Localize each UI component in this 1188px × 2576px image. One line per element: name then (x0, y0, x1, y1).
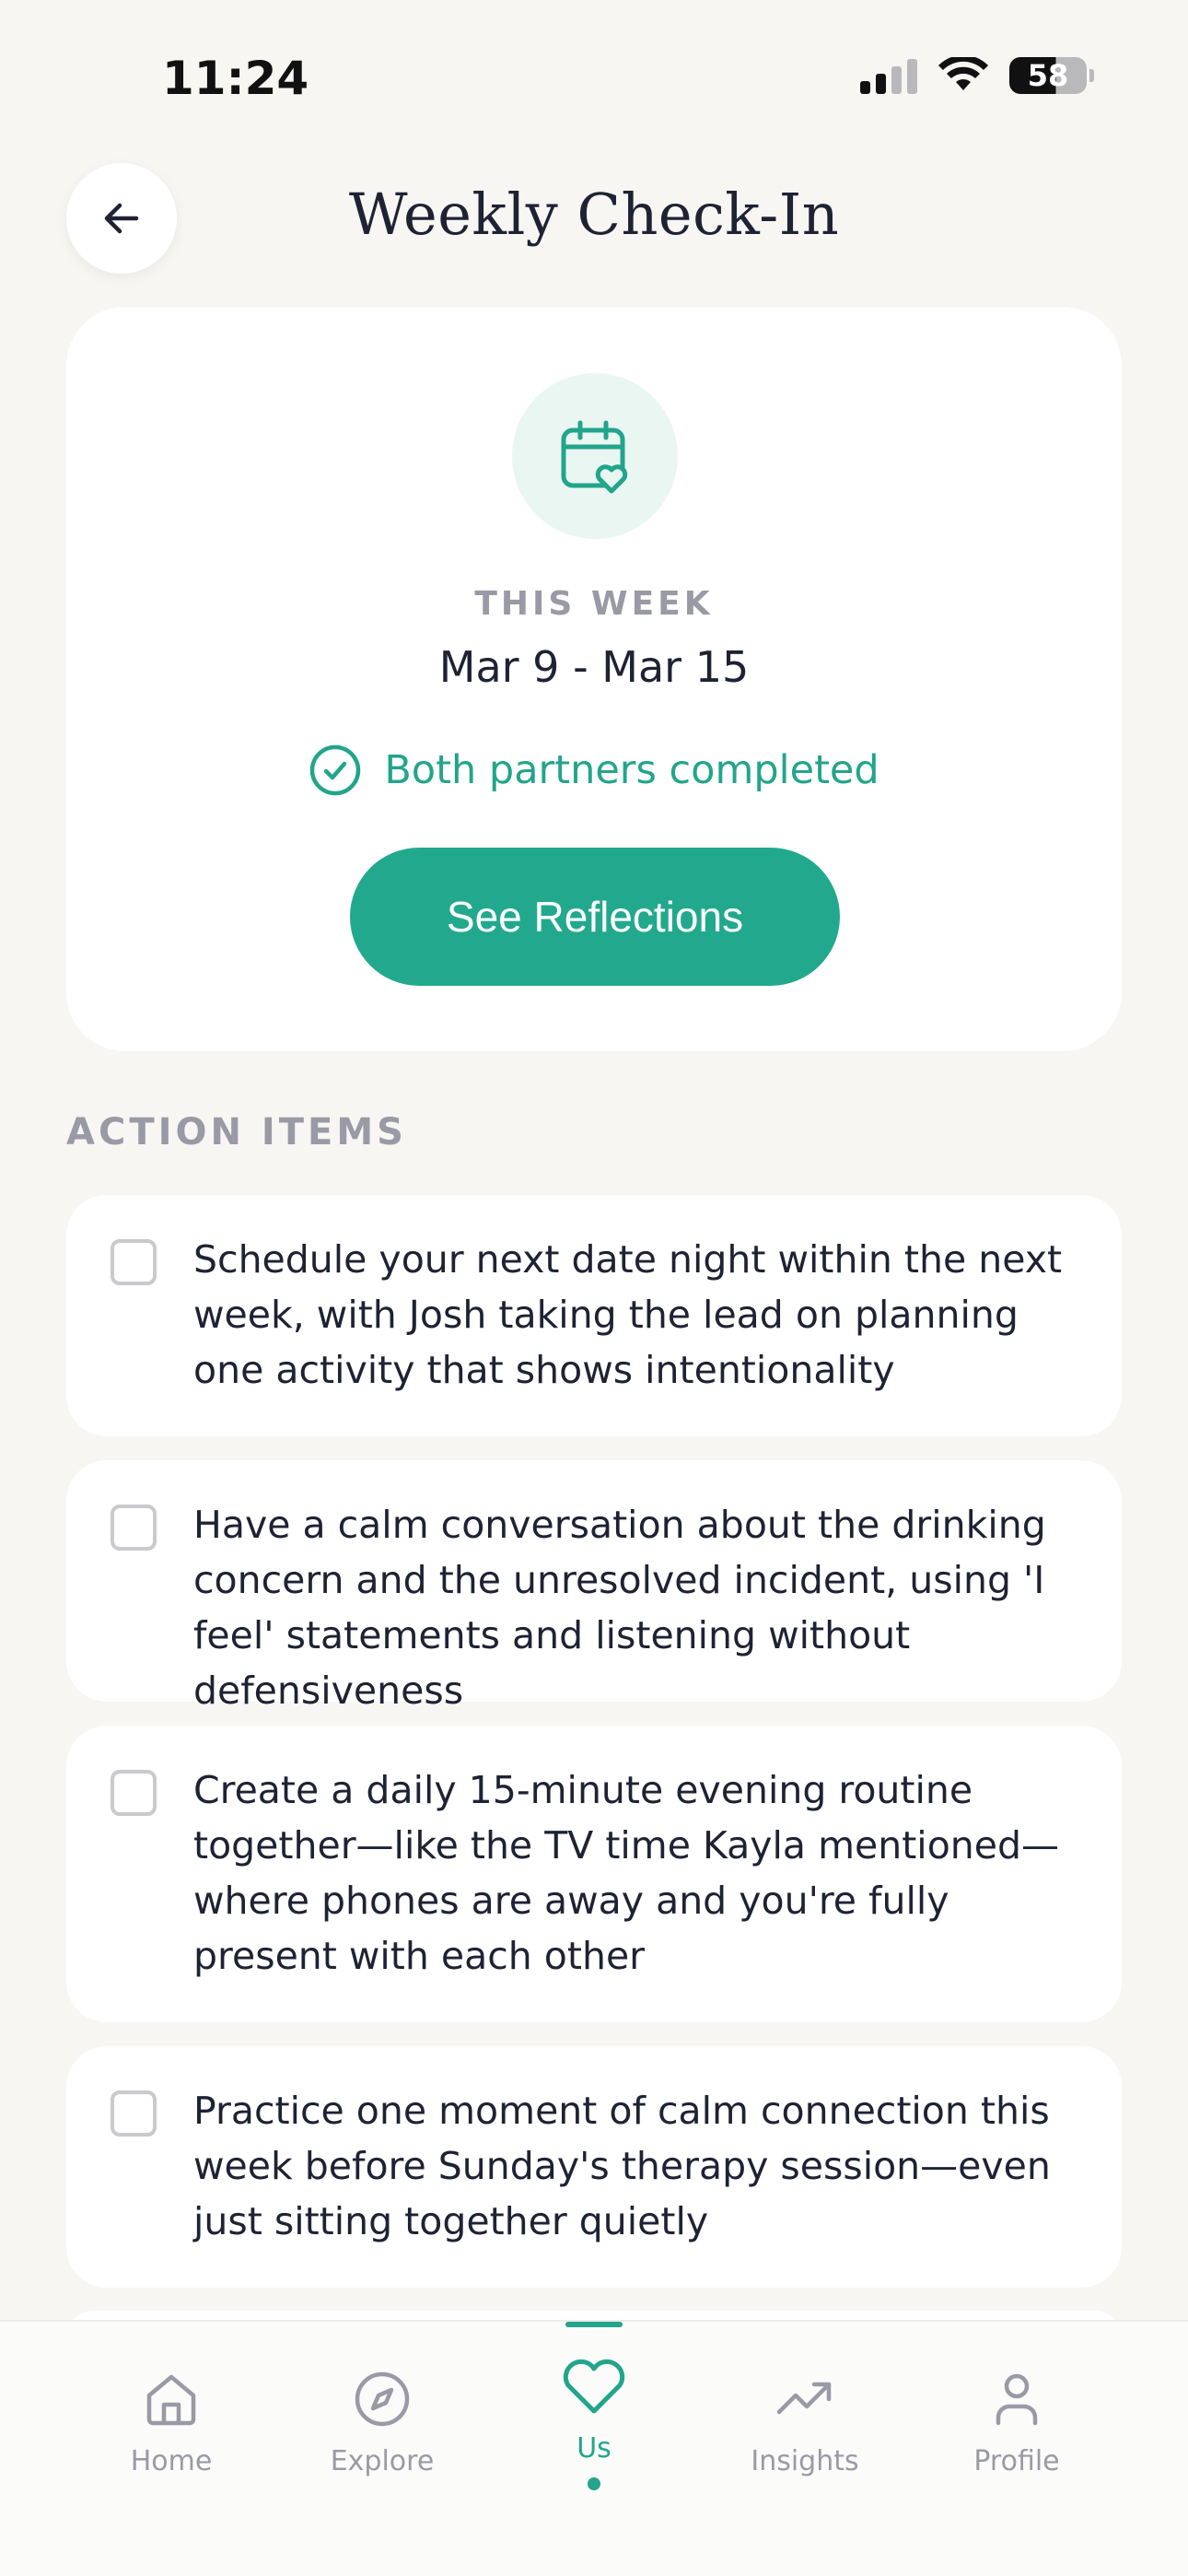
tab-insights-label: Insights (751, 2445, 859, 2477)
screen: 11:24 58 Weekly Check-In THIS WEEK Mar 9… (0, 0, 1188, 2576)
status-time: 11:24 (162, 52, 309, 105)
bottom-tab-bar: Home Explore Us Insights Profile (0, 2320, 1188, 2576)
status-icons: 58 (860, 57, 1094, 94)
action-item[interactable]: Schedule your next date night within the… (66, 1195, 1122, 1436)
tab-explore[interactable]: Explore (281, 2362, 483, 2477)
action-item-text: Schedule your next date night within the… (193, 1237, 1063, 1392)
tab-us[interactable]: Us (493, 2359, 695, 2490)
heart-icon (563, 2359, 625, 2414)
action-item-checkbox[interactable] (111, 1239, 157, 1285)
tab-us-label: Us (577, 2432, 611, 2465)
calendar-heart-icon (561, 420, 628, 494)
see-reflections-button[interactable]: See Reflections (350, 848, 840, 986)
weekly-summary-card: THIS WEEK Mar 9 - Mar 15 Both partners c… (66, 307, 1122, 1051)
trending-up-icon (776, 2382, 832, 2415)
action-item[interactable]: Create a daily 15-minute evening routine… (66, 1726, 1122, 2022)
week-label: THIS WEEK (474, 585, 714, 623)
tab-home[interactable]: Home (70, 2362, 273, 2477)
wifi-icon (938, 57, 988, 90)
compass-icon (355, 2371, 410, 2427)
action-item-checkbox[interactable] (111, 2090, 157, 2137)
page-title: Weekly Check-In (348, 181, 840, 248)
action-item[interactable]: Practice one moment of calm connection t… (66, 2046, 1122, 2288)
battery-icon: 58 (1009, 57, 1094, 94)
home-icon (146, 2374, 196, 2426)
active-tab-dot (588, 2477, 600, 2490)
tab-profile[interactable]: Profile (915, 2362, 1118, 2477)
action-item-text: Create a daily 15-minute evening routine… (193, 1768, 1060, 1978)
completion-status: Both partners completed (66, 744, 1122, 797)
tab-profile-label: Profile (973, 2445, 1060, 2477)
active-tab-indicator (565, 2322, 623, 2327)
tab-home-label: Home (130, 2445, 213, 2477)
action-item[interactable]: Have a calm conversation about the drink… (66, 1460, 1122, 1713)
action-item-text: Practice one moment of calm connection t… (193, 2089, 1051, 2243)
check-circle-icon (310, 744, 361, 796)
person-icon (996, 2373, 1038, 2426)
status-bar: 11:24 58 (0, 0, 1188, 147)
cellular-signal-icon (860, 57, 917, 94)
calendar-badge (512, 373, 678, 539)
section-label-action-items: ACTION ITEMS (66, 1111, 407, 1153)
tab-insights[interactable]: Insights (704, 2362, 906, 2477)
week-range: Mar 9 - Mar 15 (438, 642, 750, 692)
battery-level: 58 (1027, 58, 1069, 93)
action-item-checkbox[interactable] (111, 1505, 157, 1551)
action-item-checkbox[interactable] (111, 1770, 157, 1816)
completion-status-text: Both partners completed (384, 747, 879, 793)
tab-explore-label: Explore (330, 2445, 435, 2477)
action-item-text: Have a calm conversation about the drink… (193, 1503, 1046, 1713)
